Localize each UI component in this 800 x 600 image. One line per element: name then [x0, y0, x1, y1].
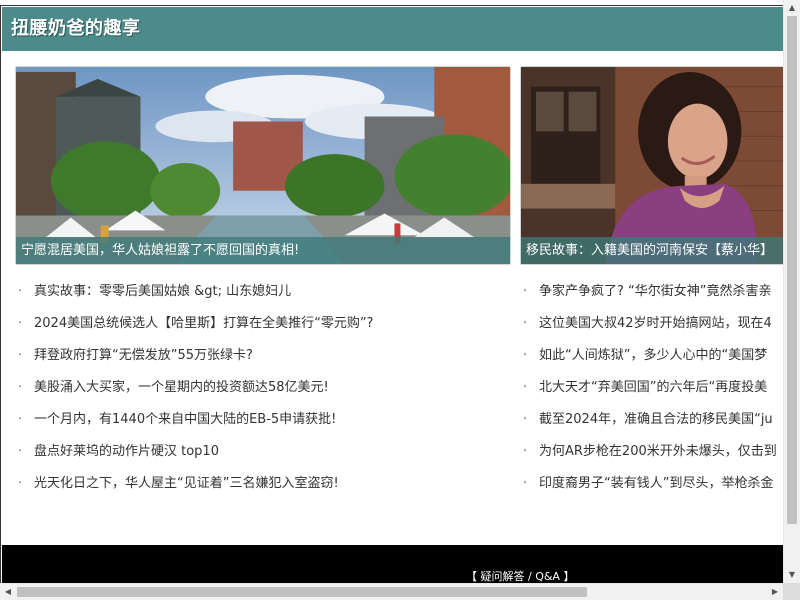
- news-link[interactable]: 光天化日之下，华人屋主“见证着”三名嫌犯入室盗窃!: [34, 476, 339, 491]
- news-link[interactable]: 为何AR步枪在200米开外未爆头，仅击到: [539, 444, 777, 459]
- list-item: · 截至2024年，准确且合法的移民美国“ju: [520, 404, 783, 436]
- news-link[interactable]: 印度裔男子“装有钱人”到尽头，举枪杀金: [539, 476, 773, 491]
- list-item: · 争家产争疯了? “华尔街女神”竟然杀害亲: [520, 276, 783, 308]
- bullet-icon: ·: [523, 476, 528, 491]
- list-item: · 一个月内，有1440个来自中国大陆的EB-5申请获批!: [15, 404, 505, 436]
- bullet-icon: ·: [523, 316, 528, 331]
- list-item: · 拜登政府打算“无偿发放”55万张绿卡?: [15, 340, 505, 372]
- featured-caption[interactable]: 移民故事：入籍美国的河南保安【蔡小华】: [521, 237, 783, 264]
- scrollbar-corner: [783, 583, 800, 600]
- featured-photo-woman-portrait: [521, 67, 783, 264]
- news-link[interactable]: 这位美国大叔42岁时开始搞网站，现在4: [539, 316, 772, 331]
- featured-caption[interactable]: 宁愿混居美国，华人姑娘袒露了不愿回国的真相!: [16, 237, 510, 264]
- news-link[interactable]: 截至2024年，准确且合法的移民美国“ju: [539, 412, 773, 427]
- list-item: · 美股涌入大买家，一个星期内的投资额达58亿美元!: [15, 372, 505, 404]
- list-item: · 北大天才“弃美回国”的六年后“再度投美: [520, 372, 783, 404]
- news-link[interactable]: 美股涌入大买家，一个星期内的投资额达58亿美元!: [34, 380, 329, 395]
- news-list-left: · 真实故事：零零后美国姑娘 &gt; 山东媳妇儿 · 2024美国总统候选人【哈里…: [15, 276, 505, 500]
- horizontal-scroll-thumb[interactable]: [17, 587, 587, 597]
- news-link[interactable]: 盘点好莱坞的动作片硬汉 top10: [34, 444, 219, 459]
- news-link[interactable]: 真实故事：零零后美国姑娘 &gt; 山东媳妇儿: [34, 284, 291, 299]
- site-footer: 【 疑问解答 / Q&A 】: [2, 545, 783, 583]
- news-link[interactable]: 北大天才“弃美回国”的六年后“再度投美: [539, 380, 767, 395]
- news-link[interactable]: 如此“人间炼狱”，多少人心中的“美国梦: [539, 348, 767, 363]
- list-item: · 为何AR步枪在200米开外未爆头，仅击到: [520, 436, 783, 468]
- news-link[interactable]: 争家产争疯了? “华尔街女神”竟然杀害亲: [539, 284, 772, 299]
- news-link[interactable]: 拜登政府打算“无偿发放”55万张绿卡?: [34, 348, 253, 363]
- bullet-icon: ·: [18, 284, 23, 299]
- bullet-icon: ·: [523, 284, 528, 299]
- scroll-left-icon[interactable]: ◀: [0, 584, 16, 600]
- bullet-icon: ·: [523, 380, 528, 395]
- bullet-icon: ·: [18, 412, 23, 427]
- featured-photo-town-street: [16, 67, 510, 264]
- featured-card-1[interactable]: 宁愿混居美国，华人姑娘袒露了不愿回国的真相!: [15, 66, 511, 265]
- scroll-up-icon[interactable]: ▲: [784, 0, 800, 16]
- list-item: · 这位美国大叔42岁时开始搞网站，现在4: [520, 308, 783, 340]
- list-item: · 真实故事：零零后美国姑娘 &gt; 山东媳妇儿: [15, 276, 505, 308]
- bullet-icon: ·: [18, 444, 23, 459]
- featured-card-2[interactable]: 移民故事：入籍美国的河南保安【蔡小华】: [520, 66, 783, 265]
- site-header: 扭腰奶爸的趣享: [2, 7, 783, 51]
- news-list-right: · 争家产争疯了? “华尔街女神”竟然杀害亲 · 这位美国大叔42岁时开始搞网站，现…: [520, 276, 783, 500]
- faq-link[interactable]: 【 疑问解答 / Q&A 】: [466, 570, 574, 583]
- vertical-scrollbar[interactable]: ▲ ▼: [783, 0, 800, 583]
- bullet-icon: ·: [523, 412, 528, 427]
- site-title[interactable]: 扭腰奶爸的趣享: [11, 18, 141, 40]
- list-item: · 如此“人间炼狱”，多少人心中的“美国梦: [520, 340, 783, 372]
- page-frame: 扭腰奶爸的趣享 宁愿混居美国，华人姑娘袒露了不愿回国的真相! 移民故事：入籍美国…: [0, 5, 783, 583]
- news-link[interactable]: 2024美国总统候选人【哈里斯】打算在全美推行“零元购”?: [34, 316, 373, 331]
- list-item: · 2024美国总统候选人【哈里斯】打算在全美推行“零元购”?: [15, 308, 505, 340]
- bullet-icon: ·: [523, 444, 528, 459]
- scroll-right-icon[interactable]: ▶: [767, 584, 783, 600]
- news-link[interactable]: 一个月内，有1440个来自中国大陆的EB-5申请获批!: [34, 412, 336, 427]
- bullet-icon: ·: [523, 348, 528, 363]
- horizontal-scrollbar[interactable]: ◀ ▶: [0, 583, 783, 600]
- bullet-icon: ·: [18, 316, 23, 331]
- scroll-down-icon[interactable]: ▼: [784, 567, 800, 583]
- page-viewport: 扭腰奶爸的趣享 宁愿混居美国，华人姑娘袒露了不愿回国的真相! 移民故事：入籍美国…: [0, 0, 783, 583]
- list-item: · 盘点好莱坞的动作片硬汉 top10: [15, 436, 505, 468]
- list-item: · 印度裔男子“装有钱人”到尽头，举枪杀金: [520, 468, 783, 500]
- list-item: · 光天化日之下，华人屋主“见证着”三名嫌犯入室盗窃!: [15, 468, 505, 500]
- bullet-icon: ·: [18, 476, 23, 491]
- bullet-icon: ·: [18, 348, 23, 363]
- bullet-icon: ·: [18, 380, 23, 395]
- vertical-scroll-thumb[interactable]: [787, 16, 797, 524]
